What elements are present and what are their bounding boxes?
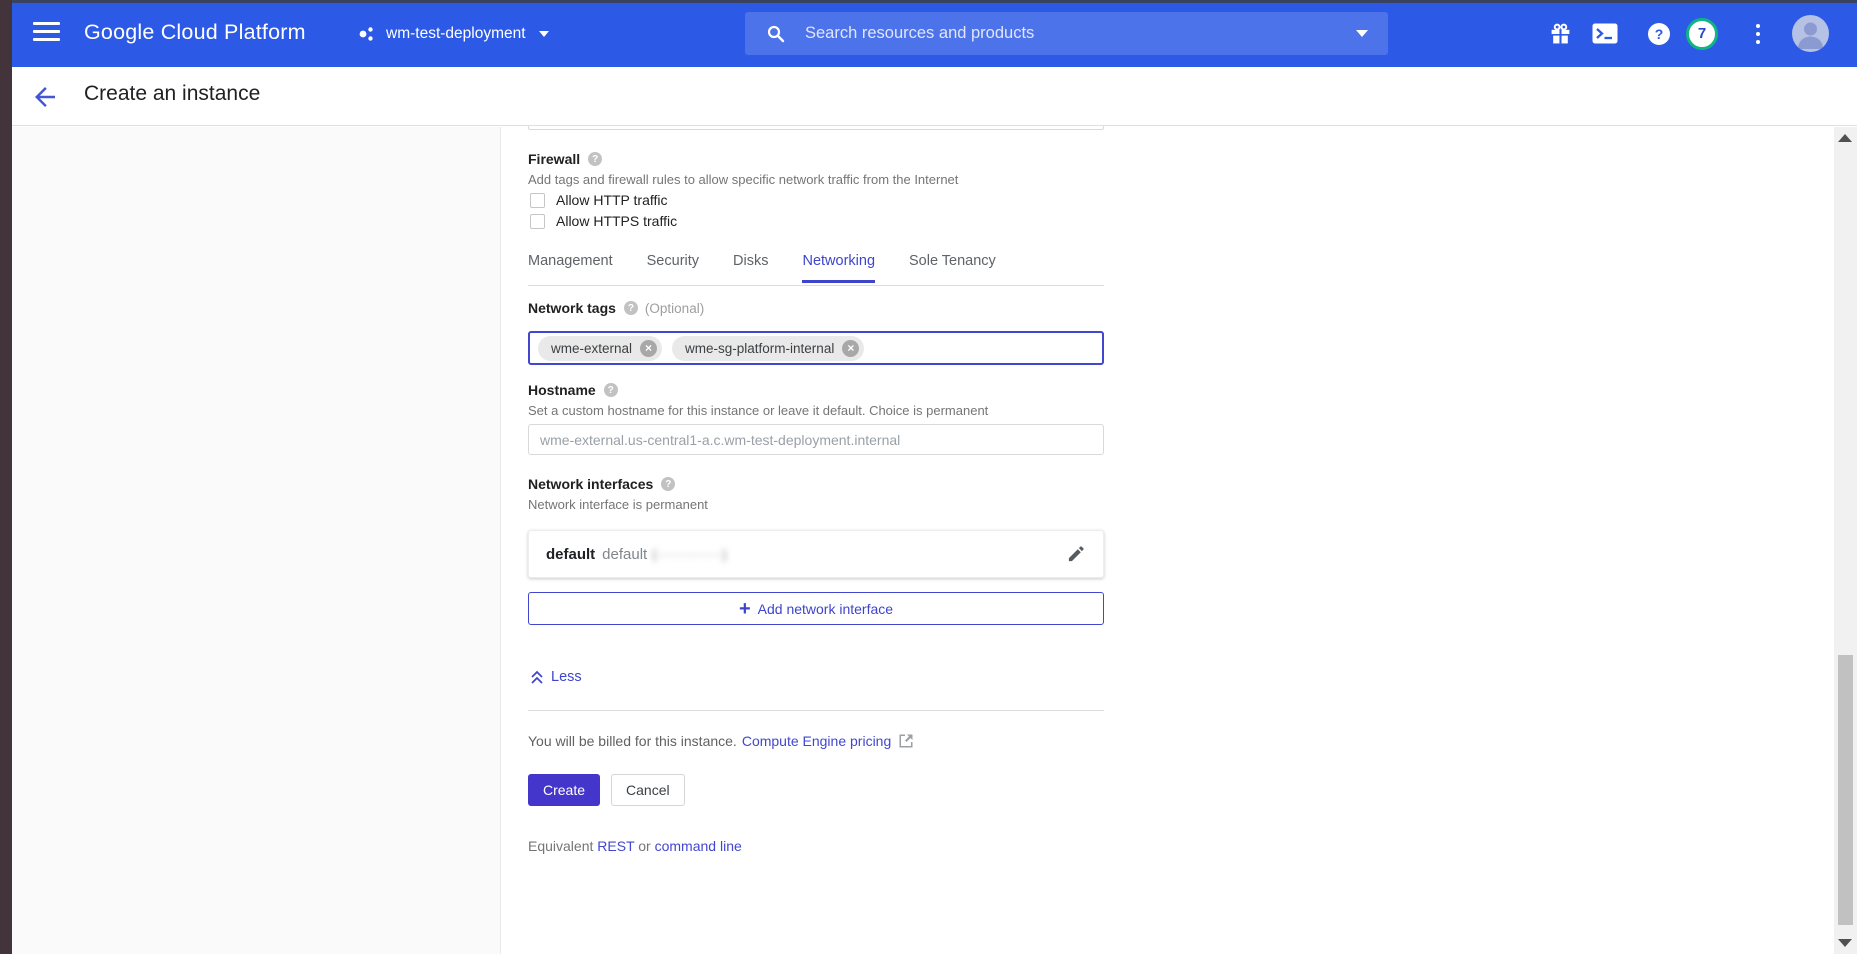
allow-https-checkbox[interactable] — [530, 214, 545, 229]
pencil-icon — [1066, 544, 1086, 564]
account-avatar[interactable] — [1789, 0, 1831, 67]
allow-https-checkbox-row[interactable]: Allow HTTPS traffic — [530, 213, 677, 229]
tab-management[interactable]: Management — [528, 253, 613, 283]
help-icon[interactable]: ? — [1644, 0, 1674, 67]
offers-gift-icon[interactable] — [1545, 0, 1575, 67]
firewall-description: Add tags and firewall rules to allow spe… — [528, 172, 958, 187]
search-icon — [767, 25, 785, 43]
back-arrow-icon[interactable] — [30, 82, 60, 112]
search-bar[interactable] — [745, 12, 1388, 55]
help-question-glyph: ? — [1648, 23, 1670, 45]
scroll-up-arrow[interactable] — [1838, 134, 1852, 142]
left-panel — [12, 127, 501, 954]
firewall-help-icon[interactable]: ? — [588, 152, 602, 166]
tab-security[interactable]: Security — [647, 253, 699, 283]
add-network-interface-button[interactable]: + Add network interface — [528, 592, 1104, 625]
project-selector[interactable]: wm-test-deployment — [358, 17, 549, 51]
search-dropdown-icon[interactable] — [1356, 30, 1368, 37]
project-icon — [358, 26, 377, 42]
network-interfaces-help-icon[interactable]: ? — [661, 477, 675, 491]
interface-name: default — [546, 546, 595, 563]
rest-link[interactable]: REST — [597, 838, 634, 854]
plus-icon: + — [739, 599, 751, 619]
project-caret-icon — [539, 31, 549, 37]
remove-tag-icon[interactable]: × — [842, 340, 859, 357]
hostname-input[interactable] — [528, 424, 1104, 455]
redacted-subnet-range: (··············) — [652, 546, 727, 562]
edit-interface-button[interactable] — [1066, 544, 1086, 564]
tab-networking[interactable]: Networking — [802, 253, 875, 283]
section-divider — [528, 710, 1104, 711]
hostname-help-icon[interactable]: ? — [604, 383, 618, 397]
allow-http-checkbox-row[interactable]: Allow HTTP traffic — [530, 192, 668, 208]
project-name: wm-test-deployment — [386, 25, 526, 43]
tag-chip-label: wme-sg-platform-internal — [685, 341, 834, 356]
tag-chip-label: wme-external — [551, 341, 632, 356]
network-interfaces-description: Network interface is permanent — [528, 497, 708, 512]
equivalent-links: Equivalent REST or command line — [528, 838, 742, 854]
scroll-down-arrow[interactable] — [1838, 939, 1852, 947]
avatar — [1792, 15, 1829, 52]
network-interface-card: default default (··············) — [528, 530, 1104, 578]
vertical-scrollbar[interactable] — [1834, 127, 1857, 954]
brand-logo[interactable]: Google Cloud Platform — [84, 20, 306, 45]
allow-http-label: Allow HTTP traffic — [556, 192, 668, 208]
notifications-icon[interactable]: 7 — [1683, 0, 1721, 67]
tab-sole-tenancy[interactable]: Sole Tenancy — [909, 253, 996, 283]
hostname-description: Set a custom hostname for this instance … — [528, 403, 988, 418]
create-button[interactable]: Create — [528, 774, 600, 806]
hostname-label: Hostname ? — [528, 382, 618, 398]
command-line-link[interactable]: command line — [655, 838, 742, 854]
window-top-edge — [0, 0, 1857, 3]
notification-count-badge: 7 — [1686, 18, 1718, 50]
tab-disks[interactable]: Disks — [733, 253, 768, 283]
network-tags-help-icon[interactable]: ? — [624, 301, 638, 315]
form-tabs: Management Security Disks Networking Sol… — [528, 253, 1030, 283]
collapse-less-link[interactable]: Less — [530, 669, 582, 685]
less-label: Less — [551, 669, 582, 685]
external-link-icon[interactable] — [899, 734, 913, 748]
allow-http-checkbox[interactable] — [530, 193, 545, 208]
page-header: Create an instance — [12, 67, 1857, 126]
more-options-icon[interactable] — [1747, 0, 1769, 67]
cloud-shell-icon[interactable] — [1590, 0, 1620, 67]
double-chevron-up-icon — [530, 670, 544, 685]
optional-hint: (Optional) — [645, 301, 704, 316]
tabs-divider — [528, 285, 1104, 286]
menu-icon[interactable] — [33, 22, 60, 43]
network-tags-input[interactable]: wme-external × wme-sg-platform-internal … — [528, 331, 1104, 365]
tag-chip: wme-external × — [538, 336, 662, 361]
remove-tag-icon[interactable]: × — [640, 340, 657, 357]
compute-engine-pricing-link[interactable]: Compute Engine pricing — [742, 733, 891, 749]
app-bar: Google Cloud Platform wm-test-deployment — [0, 0, 1857, 67]
network-interfaces-label: Network interfaces ? — [528, 476, 675, 492]
allow-https-label: Allow HTTPS traffic — [556, 213, 677, 229]
scrollbar-thumb[interactable] — [1838, 655, 1853, 925]
interface-subnet: default — [602, 546, 647, 563]
window-left-edge — [0, 0, 12, 954]
billing-note: You will be billed for this instance. Co… — [528, 733, 913, 749]
page-title: Create an instance — [84, 82, 260, 106]
cancel-button[interactable]: Cancel — [611, 774, 685, 806]
tag-chip: wme-sg-platform-internal × — [672, 336, 864, 361]
search-input[interactable] — [805, 24, 1346, 43]
form-actions: Create Cancel — [528, 774, 685, 806]
instance-form: Firewall ? Add tags and firewall rules t… — [528, 125, 1104, 954]
network-tags-label: Network tags ? (Optional) — [528, 300, 704, 316]
firewall-section-label: Firewall ? — [528, 151, 602, 167]
